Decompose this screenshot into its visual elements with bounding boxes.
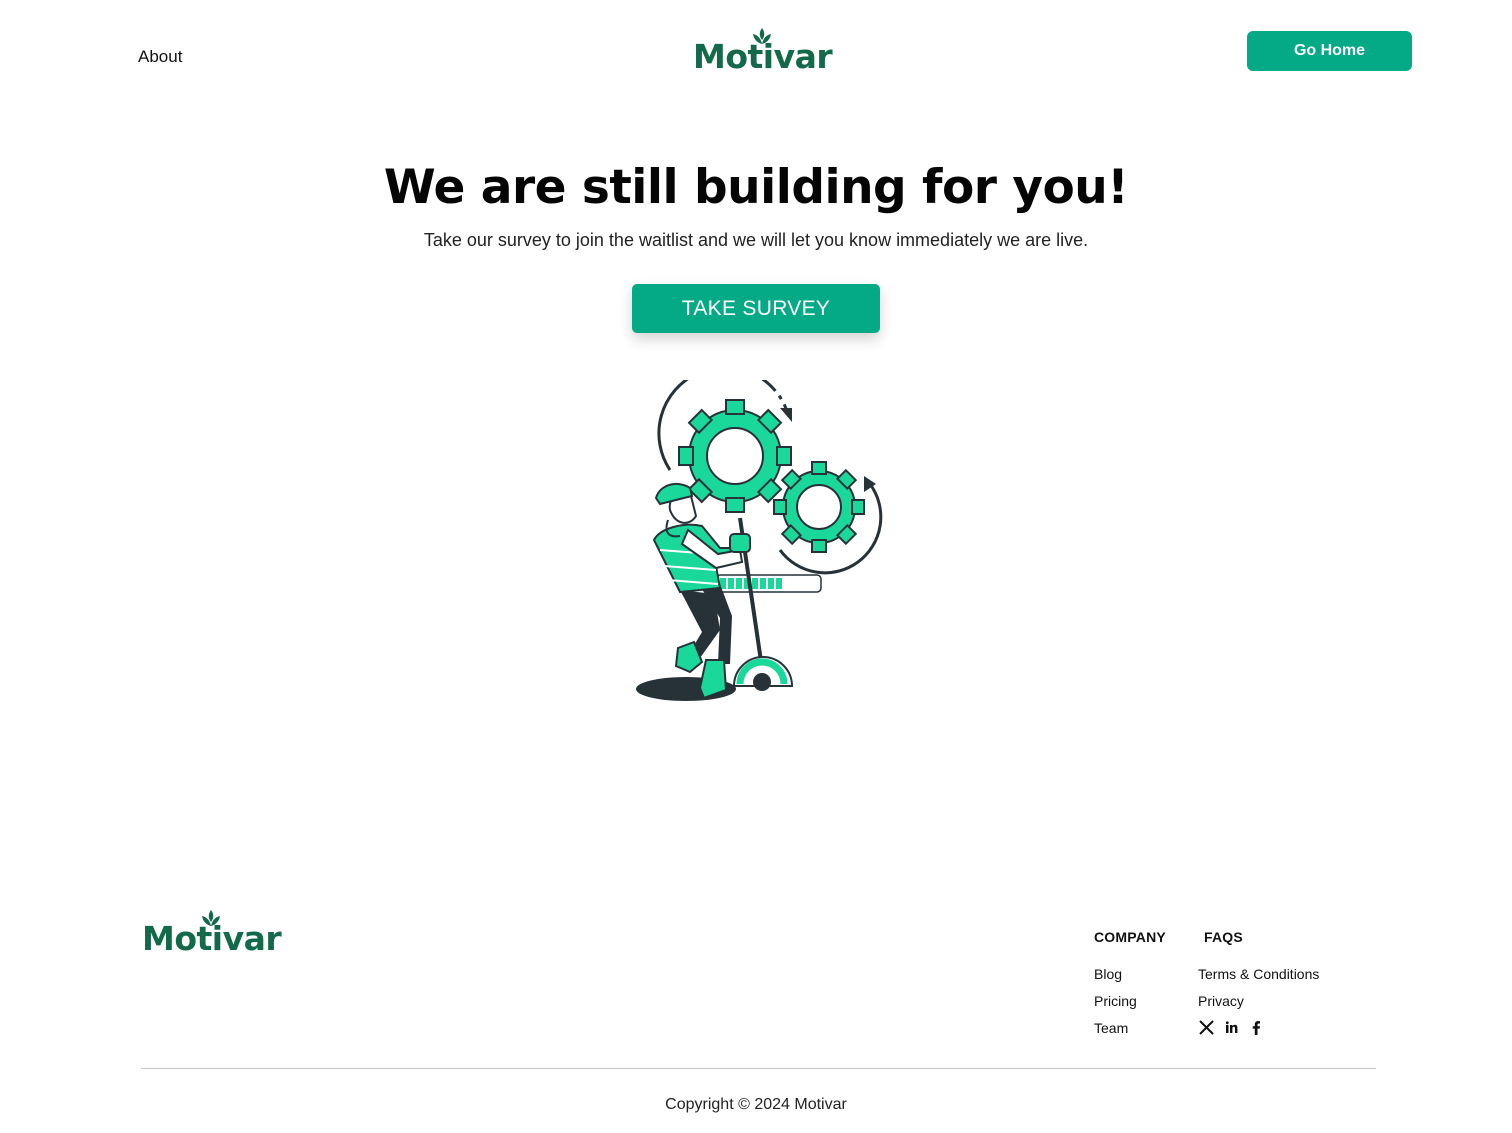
footer-link-pricing[interactable]: Pricing bbox=[1094, 993, 1137, 1009]
copyright-text: Copyright © 2024 Motivar bbox=[665, 1096, 847, 1113]
leaf-icon bbox=[753, 28, 771, 44]
footer-faqs-heading: FAQS bbox=[1204, 929, 1243, 945]
go-home-button[interactable]: Go Home bbox=[1247, 31, 1412, 71]
footer-divider bbox=[141, 1068, 1376, 1069]
nav-about-link[interactable]: About bbox=[138, 47, 182, 67]
footer-logo[interactable]: Motivar bbox=[142, 910, 282, 955]
linkedin-icon[interactable] bbox=[1223, 1019, 1239, 1035]
footer-link-privacy[interactable]: Privacy bbox=[1198, 993, 1244, 1009]
social-links bbox=[1198, 1019, 1264, 1035]
page-title: We are still building for you! bbox=[383, 160, 1129, 215]
take-survey-button[interactable]: TAKE SURVEY bbox=[632, 284, 880, 333]
page-subtitle: Take our survey to join the waitlist and… bbox=[423, 230, 1089, 250]
footer-link-terms[interactable]: Terms & Conditions bbox=[1198, 966, 1319, 982]
footer-link-team[interactable]: Team bbox=[1094, 1020, 1128, 1036]
footer-link-blog[interactable]: Blog bbox=[1094, 966, 1122, 982]
x-icon[interactable] bbox=[1198, 1019, 1214, 1035]
facebook-icon[interactable] bbox=[1248, 1019, 1264, 1035]
footer-company-heading: COMPANY bbox=[1094, 929, 1166, 945]
header-logo[interactable]: Motivar bbox=[693, 28, 833, 73]
leaf-icon bbox=[202, 910, 220, 926]
under-construction-illustration bbox=[636, 380, 883, 701]
